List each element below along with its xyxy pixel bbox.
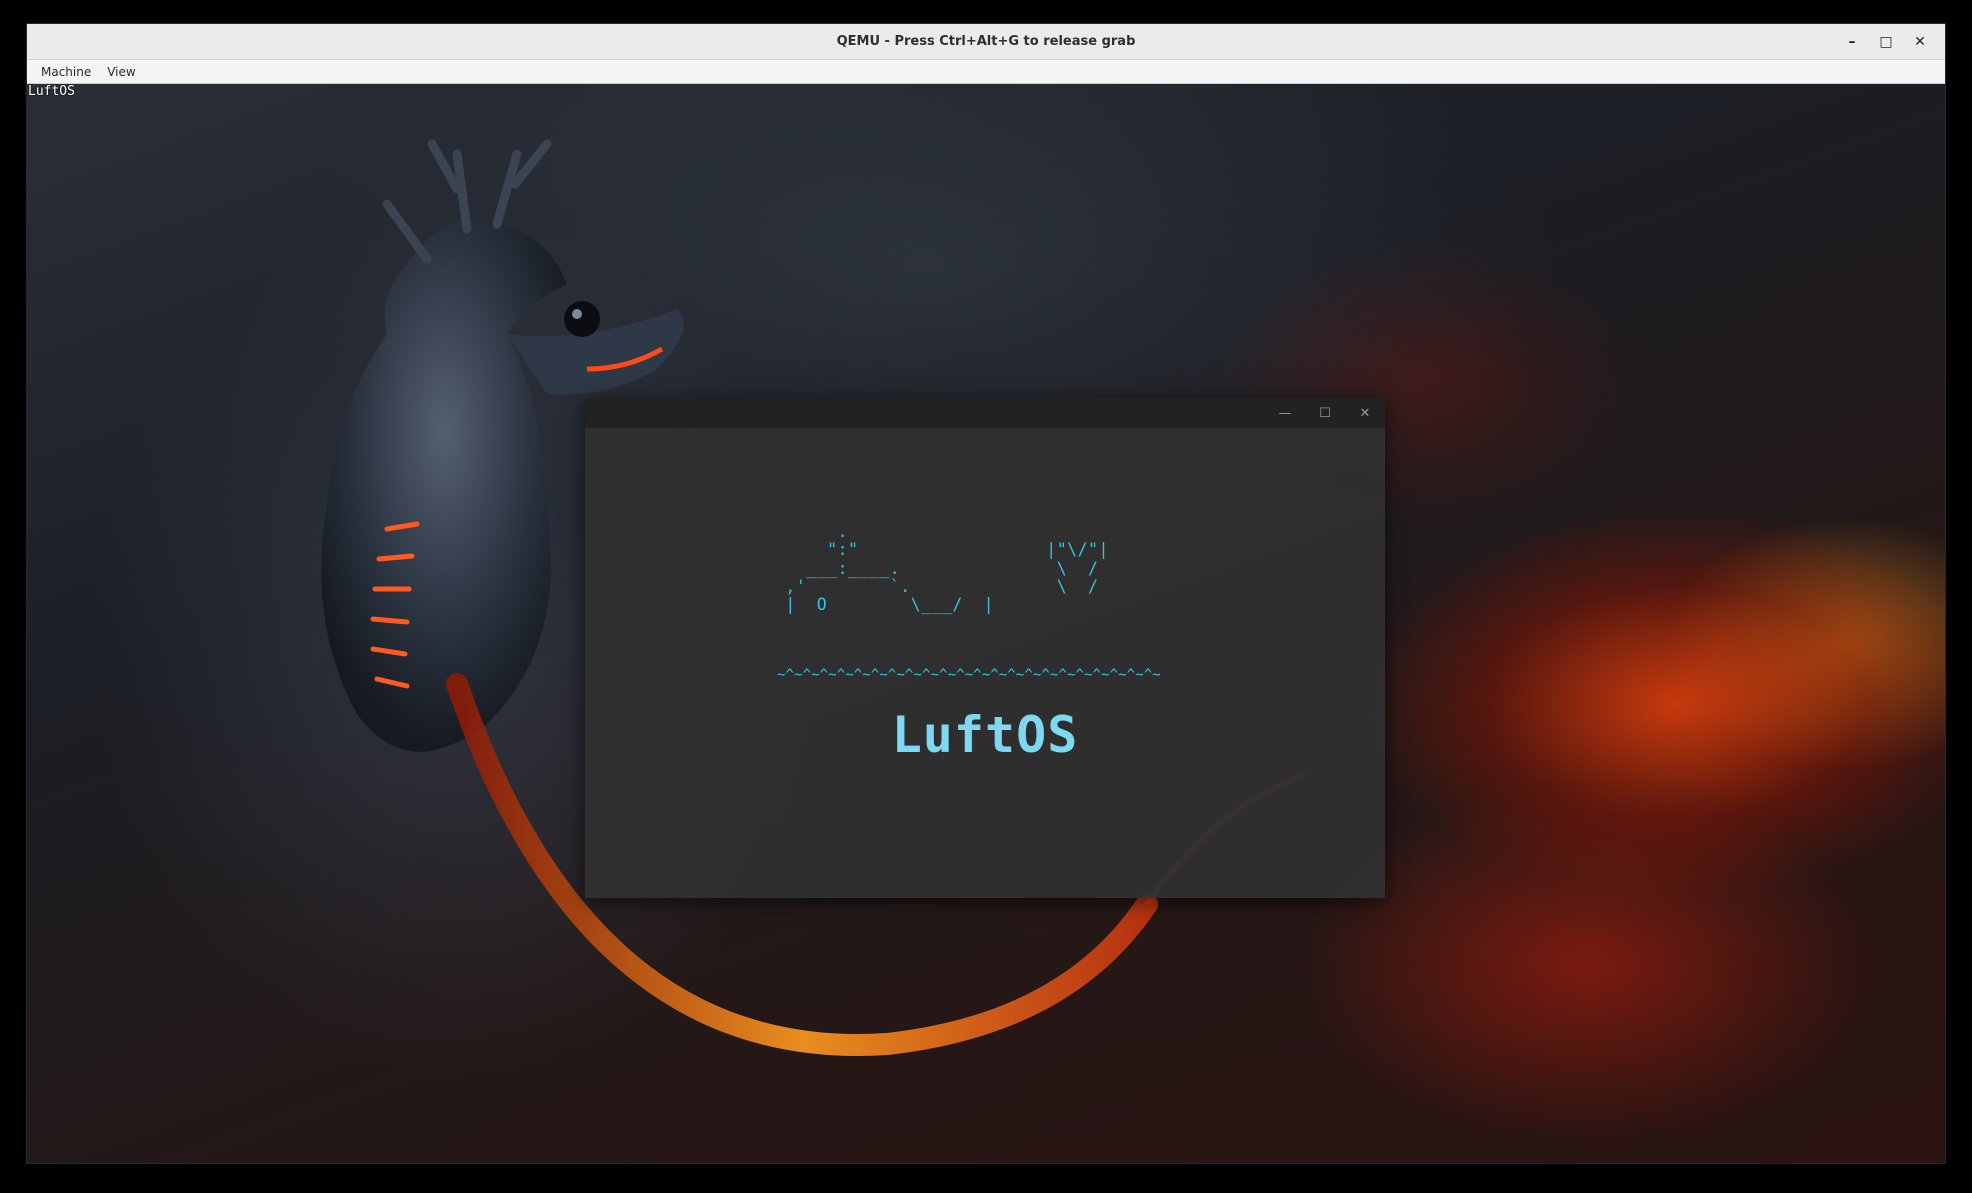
menubar: Machine View	[27, 60, 1945, 84]
minimize-icon: –	[1848, 33, 1856, 50]
qemu-window: QEMU - Press Ctrl+Alt+G to release grab …	[27, 24, 1945, 1163]
splash-titlebar[interactable]: — ☐ ✕	[585, 398, 1385, 428]
splash-title: LuftOS	[891, 706, 1079, 764]
whale-ascii-art: . ":" |"\/"| ___:____. \ / ,' `. \ / | O…	[785, 522, 1109, 615]
menu-machine[interactable]: Machine	[33, 65, 99, 79]
maximize-icon: □	[1879, 33, 1893, 50]
desktop-label: LuftOS	[28, 84, 75, 99]
maximize-button[interactable]: □	[1869, 25, 1903, 59]
guest-screen[interactable]: LuftOS — ☐ ✕ . ":" |"\/"| ___:____. \ / …	[27, 84, 1945, 1163]
luftos-splash-window[interactable]: — ☐ ✕ . ":" |"\/"| ___:____. \ / ,' `. \…	[585, 398, 1385, 898]
menu-view[interactable]: View	[99, 65, 143, 79]
splash-minimize-button[interactable]: —	[1265, 398, 1305, 428]
maximize-icon: ☐	[1319, 405, 1331, 421]
window-controls: – □ ✕	[1835, 24, 1937, 59]
waves-ascii-art: ~^~^~^~^~^~^~^~^~^~^~^~^~^~^~^~^~^~^~^~^…	[777, 667, 1161, 683]
close-icon: ✕	[1914, 33, 1926, 50]
minimize-button[interactable]: –	[1835, 25, 1869, 59]
minimize-icon: —	[1278, 405, 1292, 421]
close-icon: ✕	[1359, 405, 1371, 421]
splash-maximize-button[interactable]: ☐	[1305, 398, 1345, 428]
window-title: QEMU - Press Ctrl+Alt+G to release grab	[836, 34, 1136, 49]
splash-close-button[interactable]: ✕	[1345, 398, 1385, 428]
close-button[interactable]: ✕	[1903, 25, 1937, 59]
qemu-titlebar[interactable]: QEMU - Press Ctrl+Alt+G to release grab …	[27, 24, 1945, 60]
